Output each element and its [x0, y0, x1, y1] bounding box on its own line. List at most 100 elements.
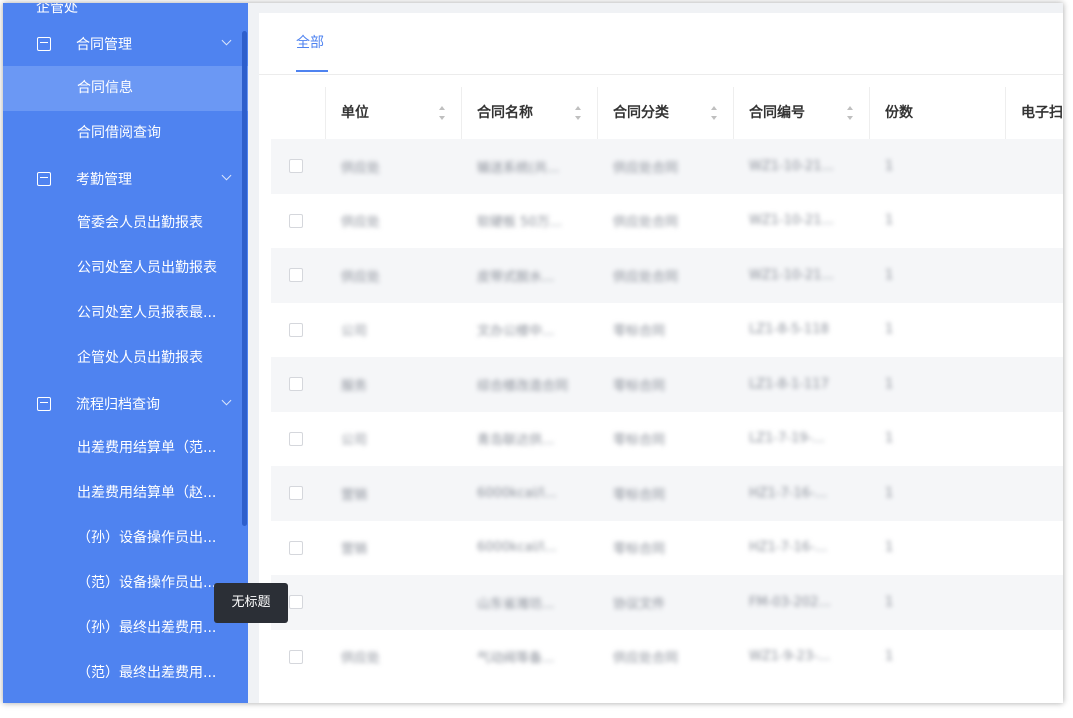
cell-contract-category: 零标合同 — [613, 378, 666, 394]
menu-group-contract[interactable]: 合同管理 — [3, 21, 248, 66]
header-unit[interactable]: 单位 — [326, 87, 462, 139]
cell-contract-category: 零标合同 — [613, 324, 666, 340]
cell-contract-category: 零标合同 — [613, 542, 666, 558]
row-checkbox[interactable] — [289, 540, 303, 555]
header-select — [271, 87, 326, 139]
table-row[interactable]: 服务 综合楼改造合同 零标合同 LZ1-8-1-117 1 — [271, 357, 1063, 412]
menu-item-archive-3[interactable]: （孙）设备操作员出... — [3, 516, 248, 561]
row-select-cell — [271, 322, 326, 337]
sidebar-title: 企管处 — [36, 3, 78, 16]
cell-contract-name: 6000kcal/l... — [477, 485, 557, 501]
tab-all[interactable]: 全部 — [296, 32, 324, 52]
row-checkbox[interactable] — [289, 377, 303, 392]
tab-active-indicator — [296, 70, 328, 72]
menu-item-attendance-4[interactable]: 企管处人员出勤报表 — [3, 336, 248, 381]
cell-copies: 1 — [885, 267, 894, 283]
table-body: 供应处 输送系统(共... 供应处合同 WZ1-10-21... 1 供应处 软硬板 50万… — [271, 139, 1063, 684]
cell-unit: 公司 — [341, 433, 368, 449]
main-content: 全部 单位 合同名称 合同分类 合同编号 份数 电子扫 供应处 输送系统(共...… — [259, 13, 1063, 703]
cell-contract-number: WZ1-10-21... — [749, 267, 834, 283]
cell-copies: 1 — [885, 431, 894, 447]
header-contract-name[interactable]: 合同名称 — [462, 87, 598, 139]
menu-item-attendance-2[interactable]: 公司处室人员出勤报表 — [3, 246, 248, 291]
menu-group-attendance[interactable]: 考勤管理 — [3, 156, 248, 201]
contract-table: 单位 合同名称 合同分类 合同编号 份数 电子扫 供应处 输送系统(共... 供应处… — [271, 87, 1063, 684]
cell-contract-category: 协议文件 — [613, 596, 666, 612]
cell-contract-number: WZ1-10-21... — [749, 158, 834, 174]
chevron-down-icon — [221, 395, 232, 406]
row-select-cell — [271, 377, 326, 392]
cell-contract-name: 山东省潍坊... — [477, 596, 555, 612]
cell-contract-name: 6000kcal/l... — [477, 540, 557, 556]
table-row[interactable]: 公司 文办公楼中... 零标合同 LZ1-8-5-118 1 — [271, 303, 1063, 358]
chevron-down-icon — [221, 35, 232, 46]
menu-item-archive-5[interactable]: （孙）最终出差费用... — [3, 606, 248, 651]
tooltip: 无标题 — [214, 583, 288, 623]
menu-item-archive-2[interactable]: 出差费用结算单（赵... — [3, 471, 248, 516]
row-select-cell — [271, 649, 326, 664]
header-label: 合同名称 — [477, 105, 533, 121]
row-checkbox[interactable] — [289, 159, 303, 174]
menu-item-archive-1[interactable]: 出差费用结算单（范... — [3, 426, 248, 471]
row-checkbox[interactable] — [289, 595, 303, 610]
header-contract-number[interactable]: 合同编号 — [734, 87, 870, 139]
menu-folder-icon — [37, 171, 51, 186]
header-label: 单位 — [341, 105, 369, 121]
menu-item-contract-borrow[interactable]: 合同借阅查询 — [3, 111, 248, 156]
menu-folder-icon — [37, 36, 51, 51]
cell-copies: 1 — [885, 649, 894, 665]
menu-item-archive-6[interactable]: （范）最终出差费用... — [3, 651, 248, 696]
cell-contract-number: WZ1-9-23-... — [749, 649, 831, 665]
sort-icon[interactable] — [711, 106, 717, 120]
menu-item-contract-info[interactable]: 合同信息 — [3, 66, 248, 111]
menu-item-attendance-1[interactable]: 管委会人员出勤报表 — [3, 201, 248, 246]
menu-item-archive-4[interactable]: （范）设备操作员出... — [3, 561, 248, 606]
row-checkbox[interactable] — [289, 649, 303, 664]
row-select-cell — [271, 268, 326, 283]
table-row[interactable]: 供应处 输送系统(共... 供应处合同 WZ1-10-21... 1 — [271, 139, 1063, 194]
table-row[interactable]: 营销 6000kcal/l... 零标合同 HZ1-7-16-... 1 — [271, 466, 1063, 521]
cell-unit: 营销 — [341, 542, 368, 558]
menu-item-attendance-3[interactable]: 公司处室人员报表最... — [3, 291, 248, 336]
table-row[interactable]: 供应处 皮带式脱水... 供应处合同 WZ1-10-21... 1 — [271, 248, 1063, 303]
header-copies: 份数 — [870, 87, 1006, 139]
table-row[interactable]: 公司 青岛联达供... 零标合同 LZ1-7-19-... 1 — [271, 412, 1063, 467]
header-label: 合同分类 — [613, 105, 669, 121]
cell-contract-number: WZ1-10-21... — [749, 213, 834, 229]
cell-contract-category: 零标合同 — [613, 433, 666, 449]
cell-copies: 1 — [885, 158, 894, 174]
row-select-cell — [271, 540, 326, 555]
cell-copies: 1 — [885, 322, 894, 338]
sort-icon[interactable] — [847, 106, 853, 120]
table-row[interactable]: 供应处 软硬板 50万... 供应处合同 WZ1-10-21... 1 — [271, 194, 1063, 249]
menu-group-label: 合同管理 — [76, 36, 132, 53]
cell-contract-name: 输送系统(共... — [477, 160, 560, 176]
cell-contract-number: LZ1-8-5-118 — [749, 322, 829, 338]
cell-contract-category: 供应处合同 — [613, 269, 679, 285]
table-row[interactable]: 山东省潍坊... 协议文件 FM-03-202... 1 — [271, 575, 1063, 630]
row-checkbox[interactable] — [289, 431, 303, 446]
tab-bar: 全部 — [259, 13, 1063, 75]
menu-folder-icon — [37, 396, 51, 411]
row-select-cell — [271, 486, 326, 501]
cell-unit: 供应处 — [341, 651, 381, 667]
cell-contract-name: 气动阀等备... — [477, 651, 555, 667]
row-checkbox[interactable] — [289, 486, 303, 501]
table-row[interactable]: 供应处 气动阀等备... 供应处合同 WZ1-9-23-... 1 — [271, 630, 1063, 685]
row-checkbox[interactable] — [289, 268, 303, 283]
row-checkbox[interactable] — [289, 213, 303, 228]
row-select-cell — [271, 431, 326, 446]
sort-icon[interactable] — [575, 106, 581, 120]
header-contract-category[interactable]: 合同分类 — [598, 87, 734, 139]
menu-group-archive[interactable]: 流程归档查询 — [3, 381, 248, 426]
cell-copies: 1 — [885, 594, 894, 610]
table-row[interactable]: 营销 6000kcal/l... 零标合同 HZ1-7-16-... 1 — [271, 521, 1063, 576]
sort-icon[interactable] — [439, 106, 445, 120]
row-checkbox[interactable] — [289, 322, 303, 337]
cell-unit: 服务 — [341, 378, 368, 394]
cell-contract-category: 零标合同 — [613, 487, 666, 503]
cell-unit: 营销 — [341, 487, 368, 503]
cell-contract-category: 供应处合同 — [613, 215, 679, 231]
cell-unit: 供应处 — [341, 215, 381, 231]
sidebar-scrollbar[interactable] — [242, 31, 247, 526]
